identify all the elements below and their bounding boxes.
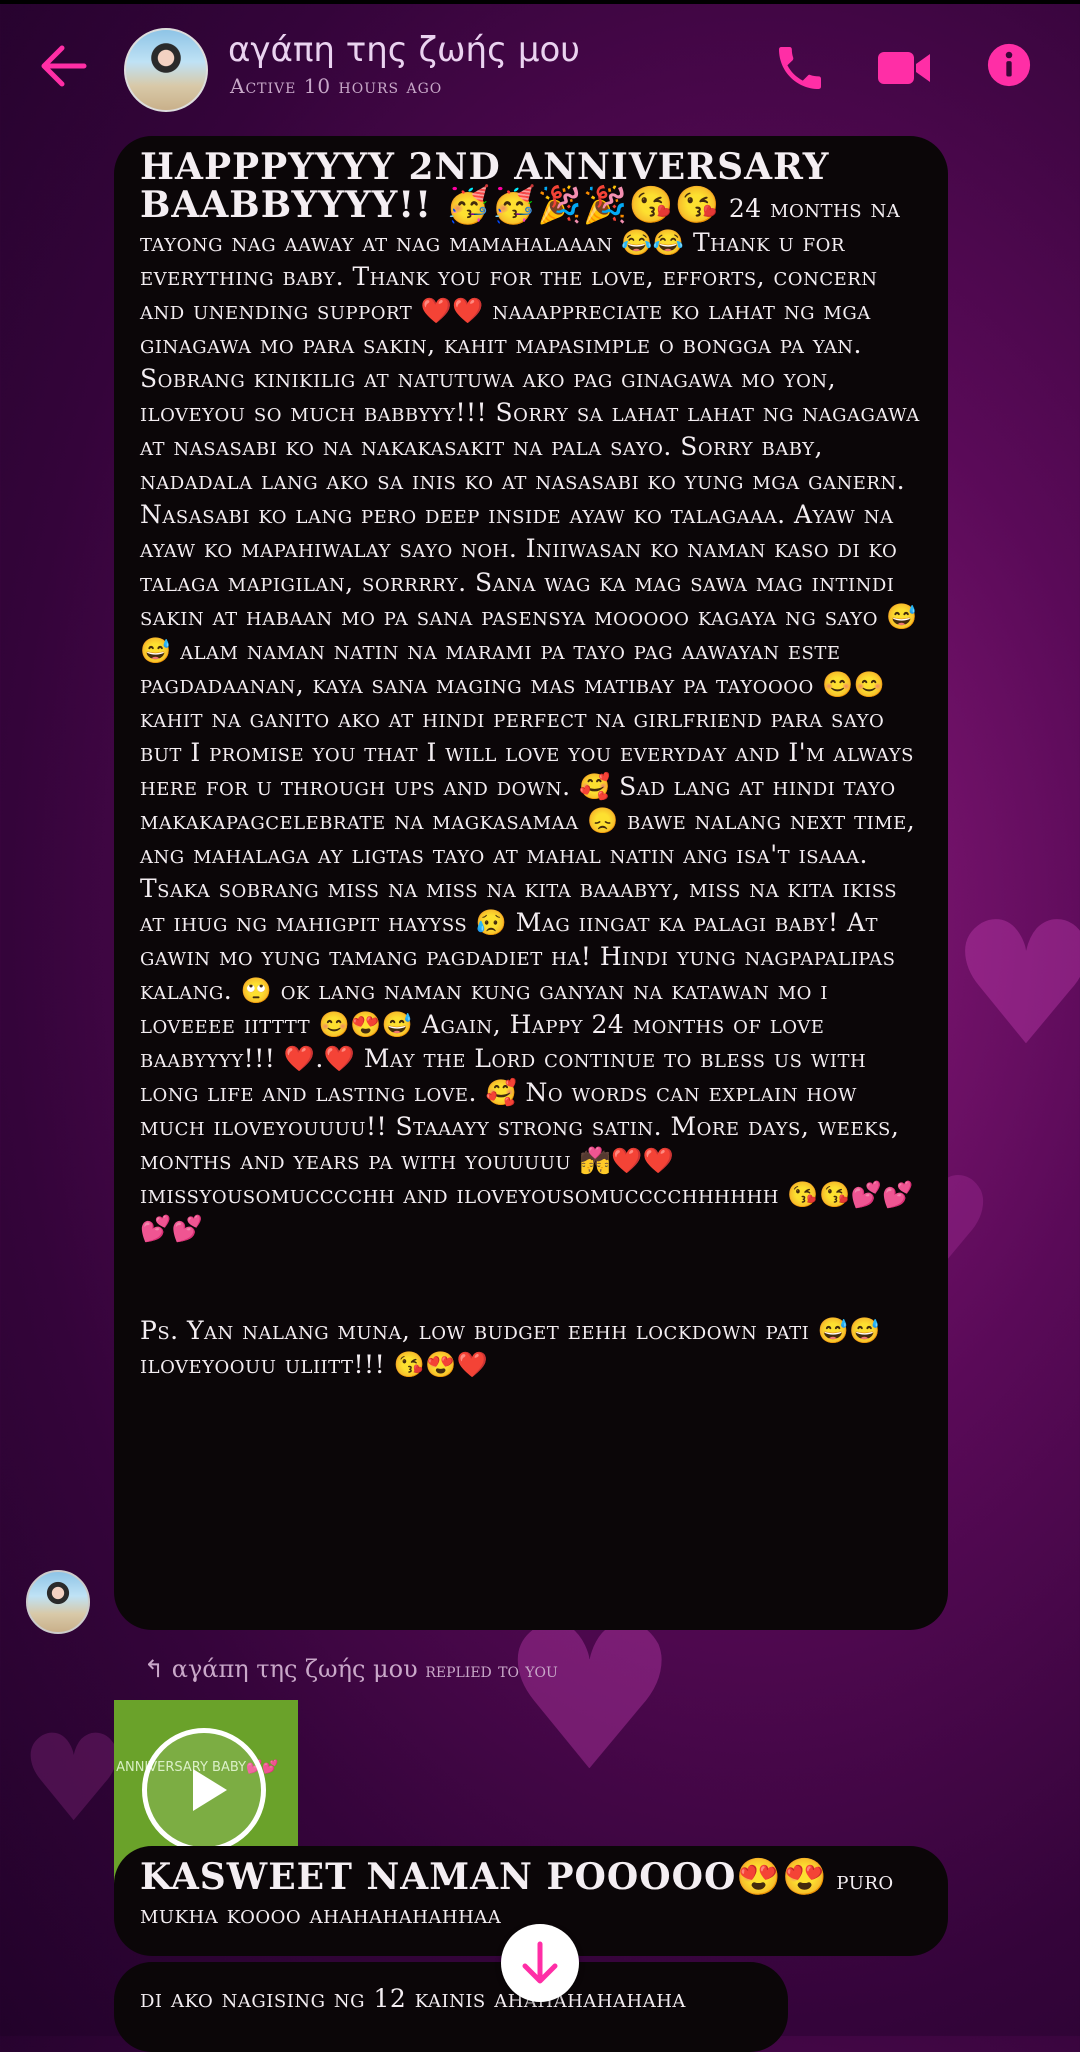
arrow-down-icon (522, 1941, 558, 1984)
play-button[interactable] (142, 1728, 266, 1852)
message-heading: KASWEET NAMAN POOOOO😍😍 (140, 1856, 828, 1898)
message-body: 24 months na tayong nag aaway at nag mam… (140, 194, 920, 1379)
background-heart-icon: ♥ (20, 1710, 128, 1849)
video-call-icon[interactable] (876, 44, 932, 92)
play-icon (193, 1769, 227, 1811)
phone-call-icon[interactable] (772, 40, 828, 96)
background-heart-icon: ♥ (950, 886, 1080, 1084)
message-bubble-anniversary[interactable]: HAPPPYYYY 2ND ANNIVERSARY BAABBYYYY!! 🥳🥳… (114, 136, 948, 1630)
reply-indicator: ↰ αγάπη της ζωής μου replied to you (144, 1655, 558, 1683)
message-text: KASWEET NAMAN POOOOO😍😍 puro mukha koooo … (140, 1859, 924, 1932)
reply-name: αγάπη της ζωής μου (171, 1655, 418, 1683)
active-status: Active 10 hours ago (230, 74, 443, 98)
message-bubble-last[interactable]: di ako nagising ng 12 kainis ahahahahaha… (114, 1962, 788, 2052)
message-text: di ako nagising ng 12 kainis ahahahahaha… (140, 1984, 686, 2013)
reply-suffix: replied to you (425, 1658, 558, 1682)
contact-name[interactable]: αγάπη της ζωής μου (228, 30, 580, 70)
back-arrow-icon[interactable] (34, 36, 94, 96)
background-heart-icon: ♥ (500, 1583, 680, 1816)
reply-arrow-icon: ↰ (144, 1655, 165, 1683)
info-icon[interactable] (986, 42, 1032, 88)
message-text: HAPPPYYYY 2ND ANNIVERSARY BAABBYYYY!! 🥳🥳… (140, 149, 924, 1382)
sender-avatar[interactable] (26, 1570, 90, 1634)
scroll-to-bottom-button[interactable] (501, 1924, 579, 2002)
contact-avatar[interactable] (124, 28, 208, 112)
chat-header: αγάπη της ζωής μου Active 10 hours ago (0, 0, 1080, 135)
